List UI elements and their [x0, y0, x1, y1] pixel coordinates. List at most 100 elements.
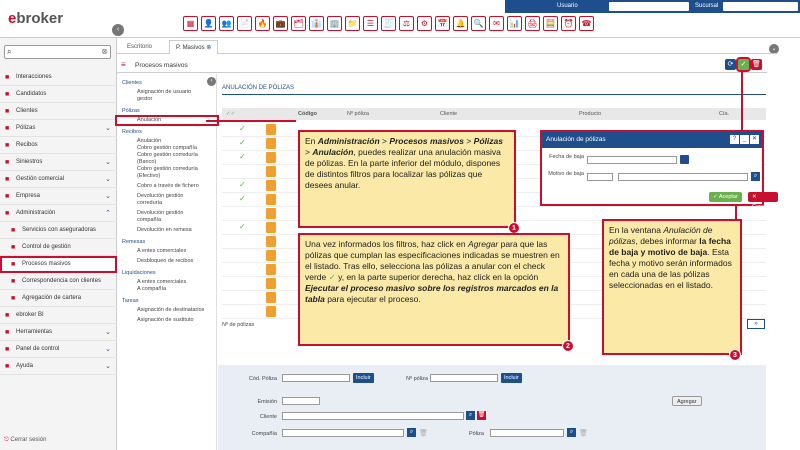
toolbar-icon-12[interactable]: 🧾 — [381, 16, 396, 31]
cod-poliza-field[interactable] — [282, 374, 350, 382]
sidebar-item-herramientas[interactable]: ■ Herramientas ⌄ — [0, 324, 117, 341]
chevron-icon[interactable]: ⌄ — [105, 341, 111, 358]
sidebar-item-panel-de-control[interactable]: ■ Panel de control ⌄ — [0, 341, 117, 358]
sidebar-item-ayuda[interactable]: ■ Ayuda ⌄ — [0, 358, 117, 375]
agregar-button[interactable]: Agregar — [672, 396, 702, 406]
check-icon[interactable]: ✓ — [239, 124, 246, 133]
search-poliza-icon[interactable]: ⌕ — [567, 428, 576, 437]
cliente-field[interactable] — [282, 412, 464, 420]
delete-poliza-icon[interactable]: 🗑 — [579, 429, 588, 437]
tree-group[interactable]: Recibos — [117, 129, 217, 136]
tree-item[interactable]: Cobro gestión correduría — [117, 152, 217, 159]
tree-group[interactable]: Remesas — [117, 239, 217, 246]
calendar-icon[interactable] — [680, 155, 689, 164]
compania-field[interactable] — [282, 429, 404, 437]
close-icon[interactable]: ✕ — [750, 135, 759, 144]
tree-group[interactable]: Clientes — [117, 80, 217, 87]
document-icon[interactable] — [266, 124, 276, 135]
search-cliente-icon[interactable]: ⌕ — [466, 411, 475, 420]
header-check-icon[interactable]: ✓✓ — [226, 111, 235, 117]
tree-item[interactable]: Devolución gestión — [117, 210, 217, 217]
col-codigo[interactable]: Código — [298, 111, 317, 117]
col-cliente[interactable]: Cliente — [440, 111, 457, 117]
document-icon[interactable] — [266, 292, 276, 303]
sidebar-item-pólizas[interactable]: ■ Pólizas ⌄ — [0, 120, 117, 137]
tree-group[interactable]: Tareas — [117, 298, 217, 305]
tree-item[interactable]: Desbloqueo de recibos — [117, 258, 217, 265]
check-icon[interactable]: ✓ — [239, 138, 246, 147]
chevron-icon[interactable]: ⌄ — [105, 324, 111, 341]
document-icon[interactable] — [266, 236, 276, 247]
minimize-icon[interactable]: _ — [740, 135, 749, 144]
toolbar-icon-9[interactable]: 🏢 — [327, 16, 342, 31]
check-icon[interactable]: ✓ — [239, 180, 246, 189]
sidebar-item-control-de-gestión[interactable]: ■ Control de gestión — [0, 239, 117, 256]
toolbar-icon-1[interactable]: ▦ — [183, 16, 198, 31]
sidebar-item-procesos-masivos[interactable]: ■ Procesos masivos — [0, 256, 117, 273]
motivo-code-field[interactable] — [587, 173, 613, 181]
toolbar-icon-3[interactable]: 👥 — [219, 16, 234, 31]
col-cia[interactable]: Cía. — [719, 111, 729, 117]
col-n-poliza[interactable]: Nº póliza — [347, 111, 369, 117]
sidebar-item-interacciones[interactable]: ■ Interacciones — [0, 69, 117, 86]
poliza-field[interactable] — [490, 429, 564, 437]
col-producto[interactable]: Producto — [579, 111, 601, 117]
tree-item[interactable]: Asignación de destinatarios — [117, 307, 217, 314]
check-icon[interactable]: ✓ — [239, 222, 246, 231]
tree-item[interactable]: Asignación de sustituto — [117, 317, 217, 324]
sidebar-item-clientes[interactable]: ■ Clientes — [0, 103, 117, 120]
document-icon[interactable] — [266, 264, 276, 275]
toolbar-icon-4[interactable]: 📄 — [237, 16, 252, 31]
document-icon[interactable] — [266, 208, 276, 219]
check-icon[interactable]: ✓ — [239, 152, 246, 161]
tab-p-masivos[interactable]: P. Masivos ⊗ — [169, 40, 219, 54]
document-icon[interactable] — [266, 194, 276, 205]
tree-item[interactable]: Devolución gestión — [117, 193, 217, 200]
document-icon[interactable] — [266, 222, 276, 233]
execute-mass-process-button[interactable]: ✓ — [736, 57, 751, 72]
motivo-desc-field[interactable] — [618, 173, 748, 181]
toolbar-icon-20[interactable]: 🖨 — [525, 16, 540, 31]
toolbar-icon-2[interactable]: 👤 — [201, 16, 216, 31]
sucursal-field[interactable] — [723, 2, 798, 11]
document-icon[interactable] — [266, 278, 276, 289]
document-icon[interactable] — [266, 180, 276, 191]
document-icon[interactable] — [266, 250, 276, 261]
fecha-baja-field[interactable] — [587, 156, 677, 164]
chevron-icon[interactable]: ⌄ — [105, 154, 111, 171]
sidebar-item-servicios-con-aseguradoras[interactable]: ■ Servicios con aseguradoras — [0, 222, 117, 239]
toolbar-icon-21[interactable]: 🧮 — [543, 16, 558, 31]
toolbar-icon-16[interactable]: 🔔 — [453, 16, 468, 31]
toolbar-icon-8[interactable]: 👔 — [309, 16, 324, 31]
sidebar-item-agregación-de-cartera[interactable]: ■ Agregación de cartera — [0, 290, 117, 307]
document-icon[interactable] — [266, 166, 276, 177]
toolbar-icon-23[interactable]: ☎ — [579, 16, 594, 31]
tree-item[interactable]: gestor — [117, 96, 217, 103]
toolbar-icon-13[interactable]: ⚖ — [399, 16, 414, 31]
toolbar-icon-7[interactable]: 🗂 — [291, 16, 306, 31]
aceptar-button[interactable]: ✓ Aceptar — [709, 192, 742, 202]
sidebar-item-candidatos[interactable]: ■ Candidatos — [0, 86, 117, 103]
tree-item[interactable]: Cobro gestión correduría — [117, 166, 217, 173]
incluir-button-1[interactable]: Incluir — [353, 373, 374, 383]
document-icon[interactable] — [266, 306, 276, 317]
search-input[interactable]: ⌕ ⊗ — [4, 45, 111, 59]
delete-compania-icon[interactable]: 🗑 — [419, 429, 428, 437]
delete-button[interactable]: 🗑 — [751, 59, 762, 70]
toolbar-icon-19[interactable]: 📊 — [507, 16, 522, 31]
clear-search-icon[interactable]: ⊗ — [101, 47, 108, 56]
pagination-next-button[interactable]: » — [747, 319, 765, 329]
tree-item[interactable]: Anulación — [115, 115, 219, 126]
tree-group[interactable]: Liquidaciones — [117, 270, 217, 277]
cancelar-button[interactable]: ✕ Cancelar — [748, 192, 779, 210]
tree-item[interactable]: Asignación de usuario — [117, 89, 217, 96]
collapse-tree-icon[interactable]: ‹ — [207, 77, 216, 86]
tree-group[interactable]: Pólizas — [117, 108, 217, 115]
chevron-icon[interactable]: ⌄ — [105, 171, 111, 188]
toolbar-icon-22[interactable]: ⏰ — [561, 16, 576, 31]
sidebar-item-recibos[interactable]: ■ Recibos — [0, 137, 117, 154]
toolbar-icon-5[interactable]: 🔥 — [255, 16, 270, 31]
sidebar-item-ebroker-bi[interactable]: ■ ebroker BI — [0, 307, 117, 324]
tab-escritorio[interactable]: Escritorio — [121, 40, 158, 54]
incluir-button-2[interactable]: Incluir — [501, 373, 522, 383]
